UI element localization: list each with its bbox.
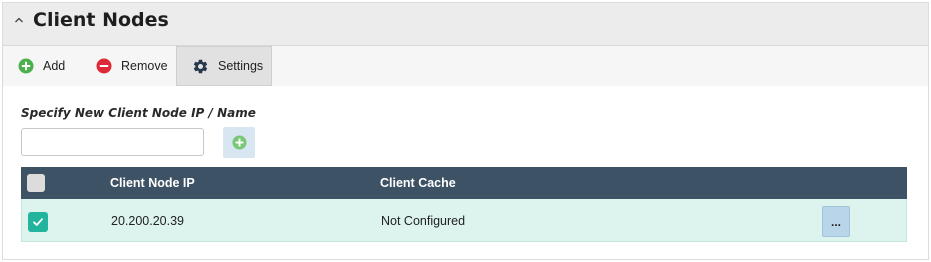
- remove-button-label: Remove: [121, 59, 168, 73]
- settings-button-label: Settings: [218, 59, 264, 73]
- plus-circle-icon: [231, 135, 247, 150]
- column-header-client-node-ip[interactable]: Client Node IP: [110, 176, 195, 190]
- chevron-up-icon[interactable]: [14, 15, 24, 25]
- row-checkbox[interactable]: [28, 212, 48, 232]
- cell-client-node-ip: 20.200.20.39: [111, 214, 184, 228]
- table-row[interactable]: 20.200.20.39 Not Configured ...: [21, 199, 907, 242]
- plus-circle-icon: [18, 58, 34, 74]
- add-button[interactable]: Add: [18, 46, 80, 86]
- add-client-node-button[interactable]: [223, 127, 255, 158]
- gear-icon: [193, 59, 208, 73]
- table-header: Client Node IP Client Cache: [21, 167, 907, 199]
- cell-client-cache: Not Configured: [381, 214, 466, 228]
- check-icon: [33, 218, 43, 226]
- column-header-client-cache[interactable]: Client Cache: [380, 176, 456, 190]
- client-node-input[interactable]: [21, 128, 204, 156]
- panel-title: Client Nodes: [33, 9, 169, 31]
- add-button-label: Add: [43, 59, 66, 73]
- select-all-checkbox[interactable]: [27, 174, 45, 192]
- minus-circle-icon: [96, 58, 112, 74]
- remove-button[interactable]: Remove: [96, 46, 168, 86]
- row-actions-button[interactable]: ...: [822, 206, 850, 237]
- settings-button[interactable]: Settings: [176, 46, 272, 86]
- toolbar: Add Remove Settings: [3, 46, 928, 86]
- panel-header[interactable]: Client Nodes: [3, 3, 928, 46]
- client-node-field-label: Specify New Client Node IP / Name: [21, 106, 256, 120]
